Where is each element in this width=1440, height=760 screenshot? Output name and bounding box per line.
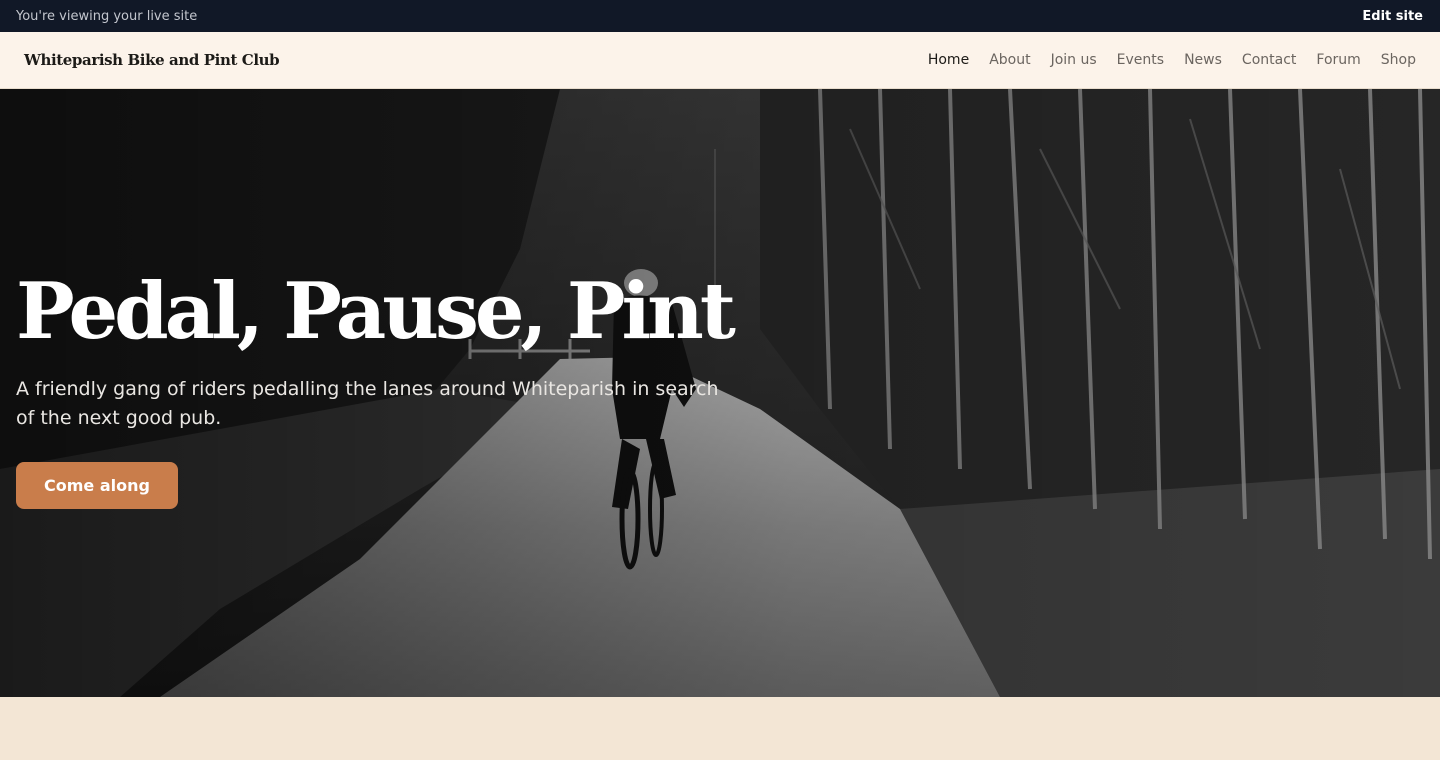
site-header: Whiteparish Bike and Pint Club Home Abou… [0,32,1440,89]
site-title[interactable]: Whiteparish Bike and Pint Club [24,51,280,69]
nav-forum[interactable]: Forum [1316,52,1360,68]
nav-shop[interactable]: Shop [1381,52,1416,68]
nav-home[interactable]: Home [928,52,969,68]
nav-news[interactable]: News [1184,52,1222,68]
hero-section: Pedal, Pause, Pint A friendly gang of ri… [0,89,1440,697]
hero-title: Pedal, Pause, Pint [16,266,736,357]
main-nav: Home About Join us Events News Contact F… [928,52,1416,68]
edit-site-button[interactable]: Edit site [1362,9,1423,24]
next-section [0,697,1440,760]
come-along-button[interactable]: Come along [16,462,178,509]
preview-bar: You're viewing your live site Edit site [0,0,1440,32]
nav-events[interactable]: Events [1117,52,1164,68]
nav-contact[interactable]: Contact [1242,52,1296,68]
nav-about[interactable]: About [989,52,1030,68]
nav-join-us[interactable]: Join us [1051,52,1097,68]
live-site-notice: You're viewing your live site [16,8,198,24]
hero-subtitle: A friendly gang of riders pedalling the … [16,378,719,429]
hero-content: Pedal, Pause, Pint A friendly gang of ri… [16,273,756,509]
